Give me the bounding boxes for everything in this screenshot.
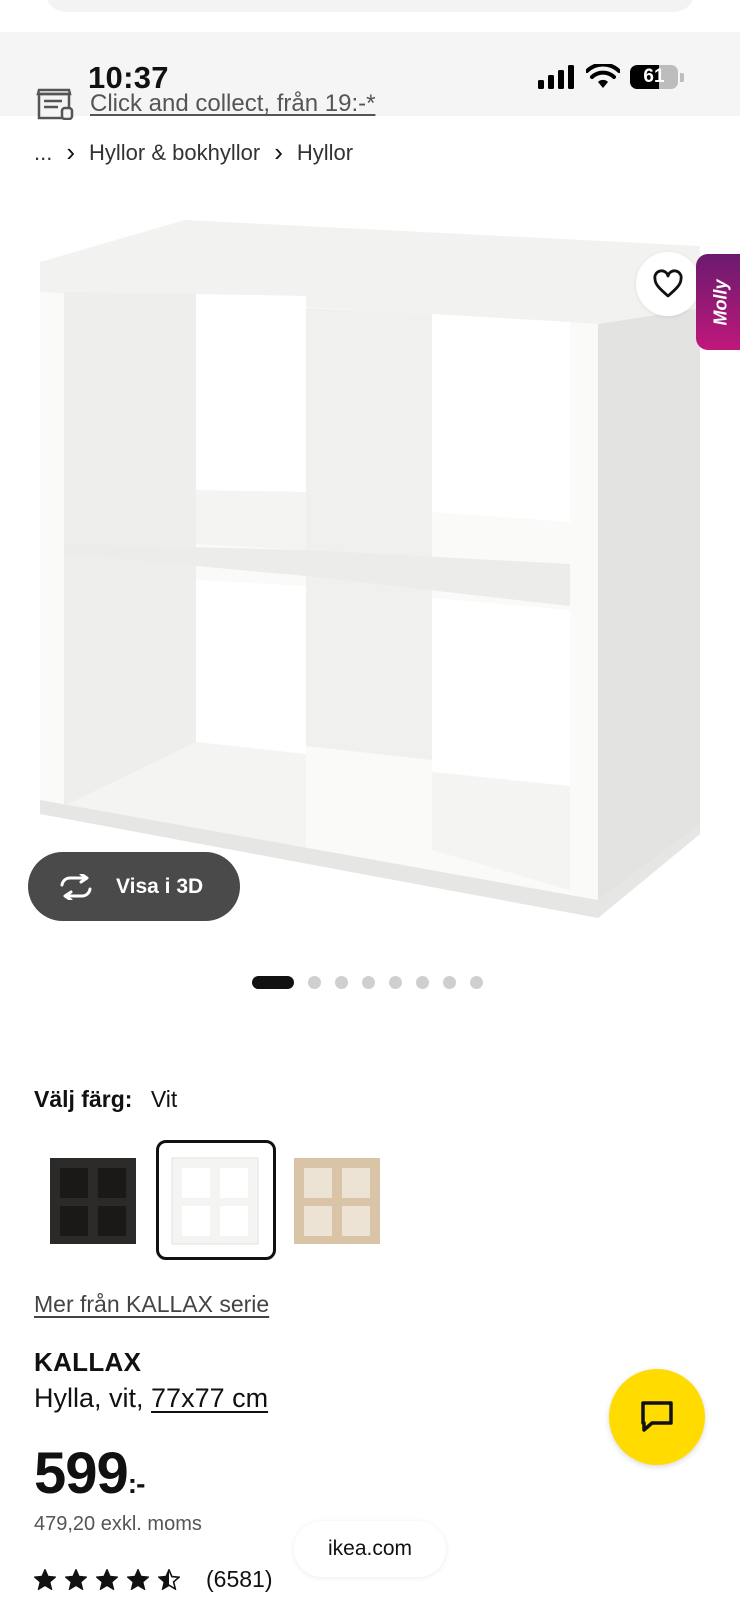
star-full-icon — [96, 1569, 118, 1590]
swatch-black-brown[interactable] — [34, 1140, 154, 1260]
battery-tip — [680, 72, 684, 82]
heart-icon — [653, 269, 683, 298]
swatch-white[interactable] — [156, 1140, 276, 1260]
wifi-icon — [586, 64, 620, 88]
carousel-indicator — [252, 976, 483, 989]
swatch-white-stained-oak[interactable] — [278, 1140, 398, 1260]
browser-url-pill[interactable]: ikea.com — [294, 1521, 446, 1577]
molly-assistant-tab[interactable]: Molly — [696, 254, 740, 350]
carousel-dot[interactable] — [389, 976, 402, 989]
star-full-icon — [34, 1569, 56, 1590]
signal-icon — [538, 65, 574, 89]
product-desc-prefix: Hylla, vit, — [34, 1383, 152, 1413]
choose-color-heading: Välj färg: — [34, 1086, 133, 1112]
chat-button[interactable] — [609, 1369, 705, 1465]
breadcrumb: ... › Hyllor & bokhyllor › Hyllor — [34, 137, 353, 168]
color-picker-label: Välj färg: Vit — [34, 1086, 177, 1113]
molly-label: Molly — [710, 278, 731, 326]
rating[interactable]: (6581) — [34, 1566, 272, 1593]
status-bar: 10:37 61 Click and collect, från 19:-* — [0, 32, 740, 120]
product-description: Hylla, vit, 77x77 cm — [34, 1383, 268, 1414]
product-price: 599:- — [34, 1440, 146, 1507]
view-3d-button[interactable]: Visa i 3D — [28, 852, 240, 921]
price-excl-vat: 479,20 exkl. moms — [34, 1513, 202, 1535]
battery-icon: 61 — [630, 65, 678, 89]
more-from-series-link[interactable]: Mer från KALLAX serie — [34, 1291, 269, 1318]
product-image[interactable]: Molly Visa i 3D — [0, 200, 740, 940]
view-3d-label: Visa i 3D — [116, 874, 204, 898]
chat-icon — [641, 1401, 673, 1432]
price-value: 599 — [34, 1441, 129, 1506]
click-and-collect-link[interactable]: Click and collect, från 19:-* — [90, 90, 375, 118]
breadcrumb-item-shelves-bookcases[interactable]: Hyllor & bokhyllor — [89, 140, 260, 166]
carousel-dot[interactable] — [308, 976, 321, 989]
store-icon — [36, 88, 74, 120]
click-and-collect[interactable]: Click and collect, från 19:-* — [36, 88, 375, 120]
star-full-icon — [65, 1569, 87, 1590]
kallax-black-brown-thumb — [50, 1158, 136, 1244]
kallax-shelf-image — [40, 220, 700, 918]
carousel-dot[interactable] — [443, 976, 456, 989]
chevron-right-icon: › — [274, 137, 283, 167]
browser-url: ikea.com — [327, 1537, 413, 1560]
status-icons: 61 — [538, 64, 684, 90]
breadcrumb-item-shelves[interactable]: Hyllor — [297, 140, 353, 166]
carousel-dot[interactable] — [416, 976, 429, 989]
browser-top-pill — [45, 0, 695, 12]
product-size-link[interactable]: 77x77 cm — [151, 1383, 268, 1413]
carousel-dot[interactable] — [470, 976, 483, 989]
kallax-oak-thumb — [294, 1158, 380, 1244]
star-half-icon — [158, 1569, 180, 1590]
rotate-3d-icon — [60, 873, 92, 900]
kallax-white-thumb — [171, 1157, 259, 1245]
chevron-right-icon: › — [66, 137, 76, 167]
review-count: (6581) — [206, 1566, 273, 1592]
carousel-dot[interactable] — [335, 976, 348, 989]
favourite-button[interactable] — [636, 252, 700, 316]
star-full-icon — [127, 1569, 149, 1590]
selected-color-value: Vit — [150, 1086, 178, 1112]
color-swatches — [34, 1140, 398, 1260]
rating-stars — [34, 1569, 180, 1590]
carousel-dot[interactable] — [362, 976, 375, 989]
battery-level-text: 61 — [643, 66, 665, 87]
breadcrumb-ellipsis[interactable]: ... — [34, 140, 52, 166]
product-name: KALLAX — [34, 1347, 142, 1377]
price-suffix: :- — [127, 1468, 146, 1499]
carousel-dot[interactable] — [252, 976, 294, 989]
